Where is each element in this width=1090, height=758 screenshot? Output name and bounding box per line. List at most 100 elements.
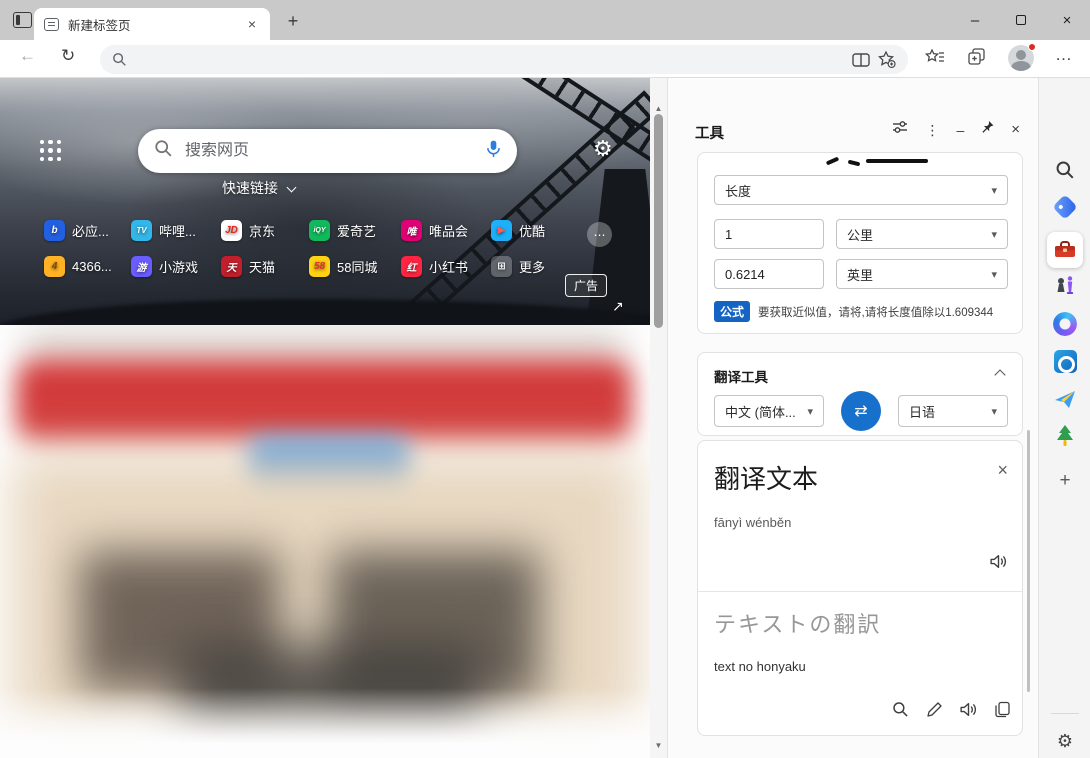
search-icon <box>1055 160 1075 180</box>
quick-links-more-button[interactable]: ⋯ <box>587 222 612 247</box>
quick-link-icon: b <box>44 220 65 241</box>
window-maximize-button[interactable] <box>998 0 1044 40</box>
tab-close-icon[interactable]: × <box>244 15 260 33</box>
sidebar-add-button[interactable]: + <box>1039 470 1090 492</box>
divider <box>698 591 1022 592</box>
sidebar-tools-button-active[interactable] <box>1039 232 1090 268</box>
chevron-down-icon <box>287 183 297 193</box>
page-settings-gear-icon[interactable]: ⚙ <box>593 137 613 162</box>
address-bar[interactable] <box>100 45 908 74</box>
target-language-dropdown[interactable]: 日语 ▾ <box>898 395 1008 427</box>
new-tab-button[interactable]: + <box>281 9 305 33</box>
sidebar-m365-button[interactable] <box>1039 312 1090 336</box>
paper-plane-icon <box>1053 388 1077 410</box>
quick-link-xiaohongshu[interactable]: 红小红书 <box>401 256 491 277</box>
translation-output-text: テキストの翻訳 <box>714 607 881 639</box>
quick-link-icon: 4 <box>44 256 65 277</box>
panel-options-sliders-icon[interactable] <box>892 120 908 139</box>
refresh-button[interactable]: ↻ <box>61 47 75 64</box>
microphone-icon[interactable] <box>486 139 501 164</box>
active-highlight <box>1047 232 1083 268</box>
sidebar-games-button[interactable] <box>1039 274 1090 296</box>
scroll-down-arrow[interactable]: ▼ <box>650 741 667 750</box>
convert-to-unit-dropdown[interactable]: 英里 ▾ <box>836 259 1008 289</box>
collections-button[interactable] <box>968 48 985 68</box>
quick-link-iqiyi[interactable]: iQY爱奇艺 <box>309 220 401 241</box>
newtab-search-box[interactable] <box>138 129 517 173</box>
quick-links-header[interactable]: 快速链接 <box>0 178 517 198</box>
window-minimize-button[interactable]: – <box>952 0 998 40</box>
conversion-formula: 公式 要获取近似值，请将,请将长度值除以1.609344 <box>714 301 1014 322</box>
workspaces-button[interactable] <box>13 12 33 29</box>
panel-minimize-icon[interactable]: – <box>956 123 964 137</box>
swirl-icon <box>1053 312 1077 336</box>
quick-link-tmall[interactable]: 天天猫 <box>221 256 309 277</box>
window-close-button[interactable]: × <box>1044 0 1090 40</box>
panel-pin-icon[interactable] <box>981 120 994 139</box>
sidebar-drop-button[interactable] <box>1039 388 1090 410</box>
swap-languages-button[interactable]: ⇄ <box>841 391 881 431</box>
window-controls: – × <box>952 0 1090 40</box>
quick-link-icon: iQY <box>309 220 330 241</box>
search-icon[interactable] <box>892 701 909 723</box>
quick-link-more[interactable]: ⊞更多 <box>491 256 565 277</box>
split-screen-icon[interactable] <box>852 52 870 68</box>
sidebar-settings-gear-icon[interactable]: ⚙ <box>1039 731 1090 752</box>
edit-pencil-icon[interactable] <box>926 702 942 723</box>
panel-more-icon[interactable]: ⋮ <box>925 123 939 137</box>
quick-link-icon: 唯 <box>401 220 422 241</box>
quick-link-youku[interactable]: ▶优酷 <box>491 220 565 241</box>
translator-section-title: 翻译工具 <box>714 366 768 386</box>
favorites-hub-button[interactable] <box>925 49 945 68</box>
quick-link-xiaoyouxi[interactable]: 游小游戏 <box>131 256 221 277</box>
sidebar-shopping-button[interactable] <box>1039 198 1090 216</box>
quick-link-icon: 58 <box>309 256 330 277</box>
quick-link-58[interactable]: 5858同城 <box>309 256 401 277</box>
translation-actions <box>892 701 1010 723</box>
expand-arrow-icon: ↗ <box>612 298 624 315</box>
convert-from-unit-dropdown[interactable]: 公里 ▾ <box>836 219 1008 249</box>
collapse-chevron-up-icon[interactable] <box>994 369 1005 380</box>
chevron-down-icon: ▾ <box>991 228 997 241</box>
back-button[interactable]: ← <box>19 47 36 64</box>
quick-links-grid: b必应... TV哔哩... JD京东 iQY爱奇艺 唯唯品会 ▶优酷 4436… <box>44 220 565 277</box>
clipped-title-fragment <box>866 159 928 163</box>
newtab-search-input[interactable] <box>185 142 474 160</box>
unit-category-dropdown[interactable]: 长度 ▾ <box>714 175 1008 205</box>
apps-launcher-icon[interactable] <box>38 138 63 163</box>
sidebar-tree-app-button[interactable] <box>1039 424 1090 448</box>
tab-favicon-icon <box>44 18 59 31</box>
translation-input-text[interactable]: 翻译文本 <box>714 459 818 496</box>
quick-link-4366[interactable]: 44366... <box>44 256 131 277</box>
blurred-red-banner <box>16 359 632 443</box>
scrollbar-thumb[interactable] <box>654 114 663 328</box>
panel-close-icon[interactable]: × <box>1011 122 1020 137</box>
quick-link-biying[interactable]: b必应... <box>44 220 131 241</box>
address-input[interactable] <box>135 52 844 67</box>
convert-from-input[interactable]: 1 <box>714 219 824 249</box>
browser-titlebar: 新建标签页 × + – × <box>0 0 1090 40</box>
browser-tab-active[interactable]: 新建标签页 × <box>34 8 270 40</box>
source-language-dropdown[interactable]: 中文 (简体... ▾ <box>714 395 824 427</box>
quick-link-bilibili[interactable]: TV哔哩... <box>131 220 221 241</box>
panel-scrollbar-thumb[interactable] <box>1027 430 1030 692</box>
clear-text-icon[interactable]: × <box>997 461 1008 479</box>
sidebar-search-button[interactable] <box>1039 160 1090 180</box>
plus-icon: + <box>1059 470 1070 492</box>
add-favorite-star-icon[interactable] <box>878 51 896 68</box>
quick-link-icon: TV <box>131 220 152 241</box>
quick-link-jd[interactable]: JD京东 <box>221 220 309 241</box>
search-icon <box>154 139 173 163</box>
copy-icon[interactable] <box>995 701 1010 723</box>
clipped-title-fragment <box>848 160 861 167</box>
chevron-down-icon: ▾ <box>991 184 997 197</box>
speaker-icon[interactable] <box>989 553 1008 575</box>
scroll-up-arrow[interactable]: ▲ <box>650 104 667 113</box>
speaker-icon[interactable] <box>959 701 978 723</box>
browser-menu-button[interactable]: … <box>1055 46 1072 63</box>
quick-link-vip[interactable]: 唯唯品会 <box>401 220 491 241</box>
page-scrollbar[interactable]: ▲ ▼ <box>650 78 667 758</box>
convert-to-input[interactable]: 0.6214 <box>714 259 824 289</box>
sidebar-outlook-button[interactable] <box>1039 350 1090 373</box>
divider <box>1051 713 1079 714</box>
